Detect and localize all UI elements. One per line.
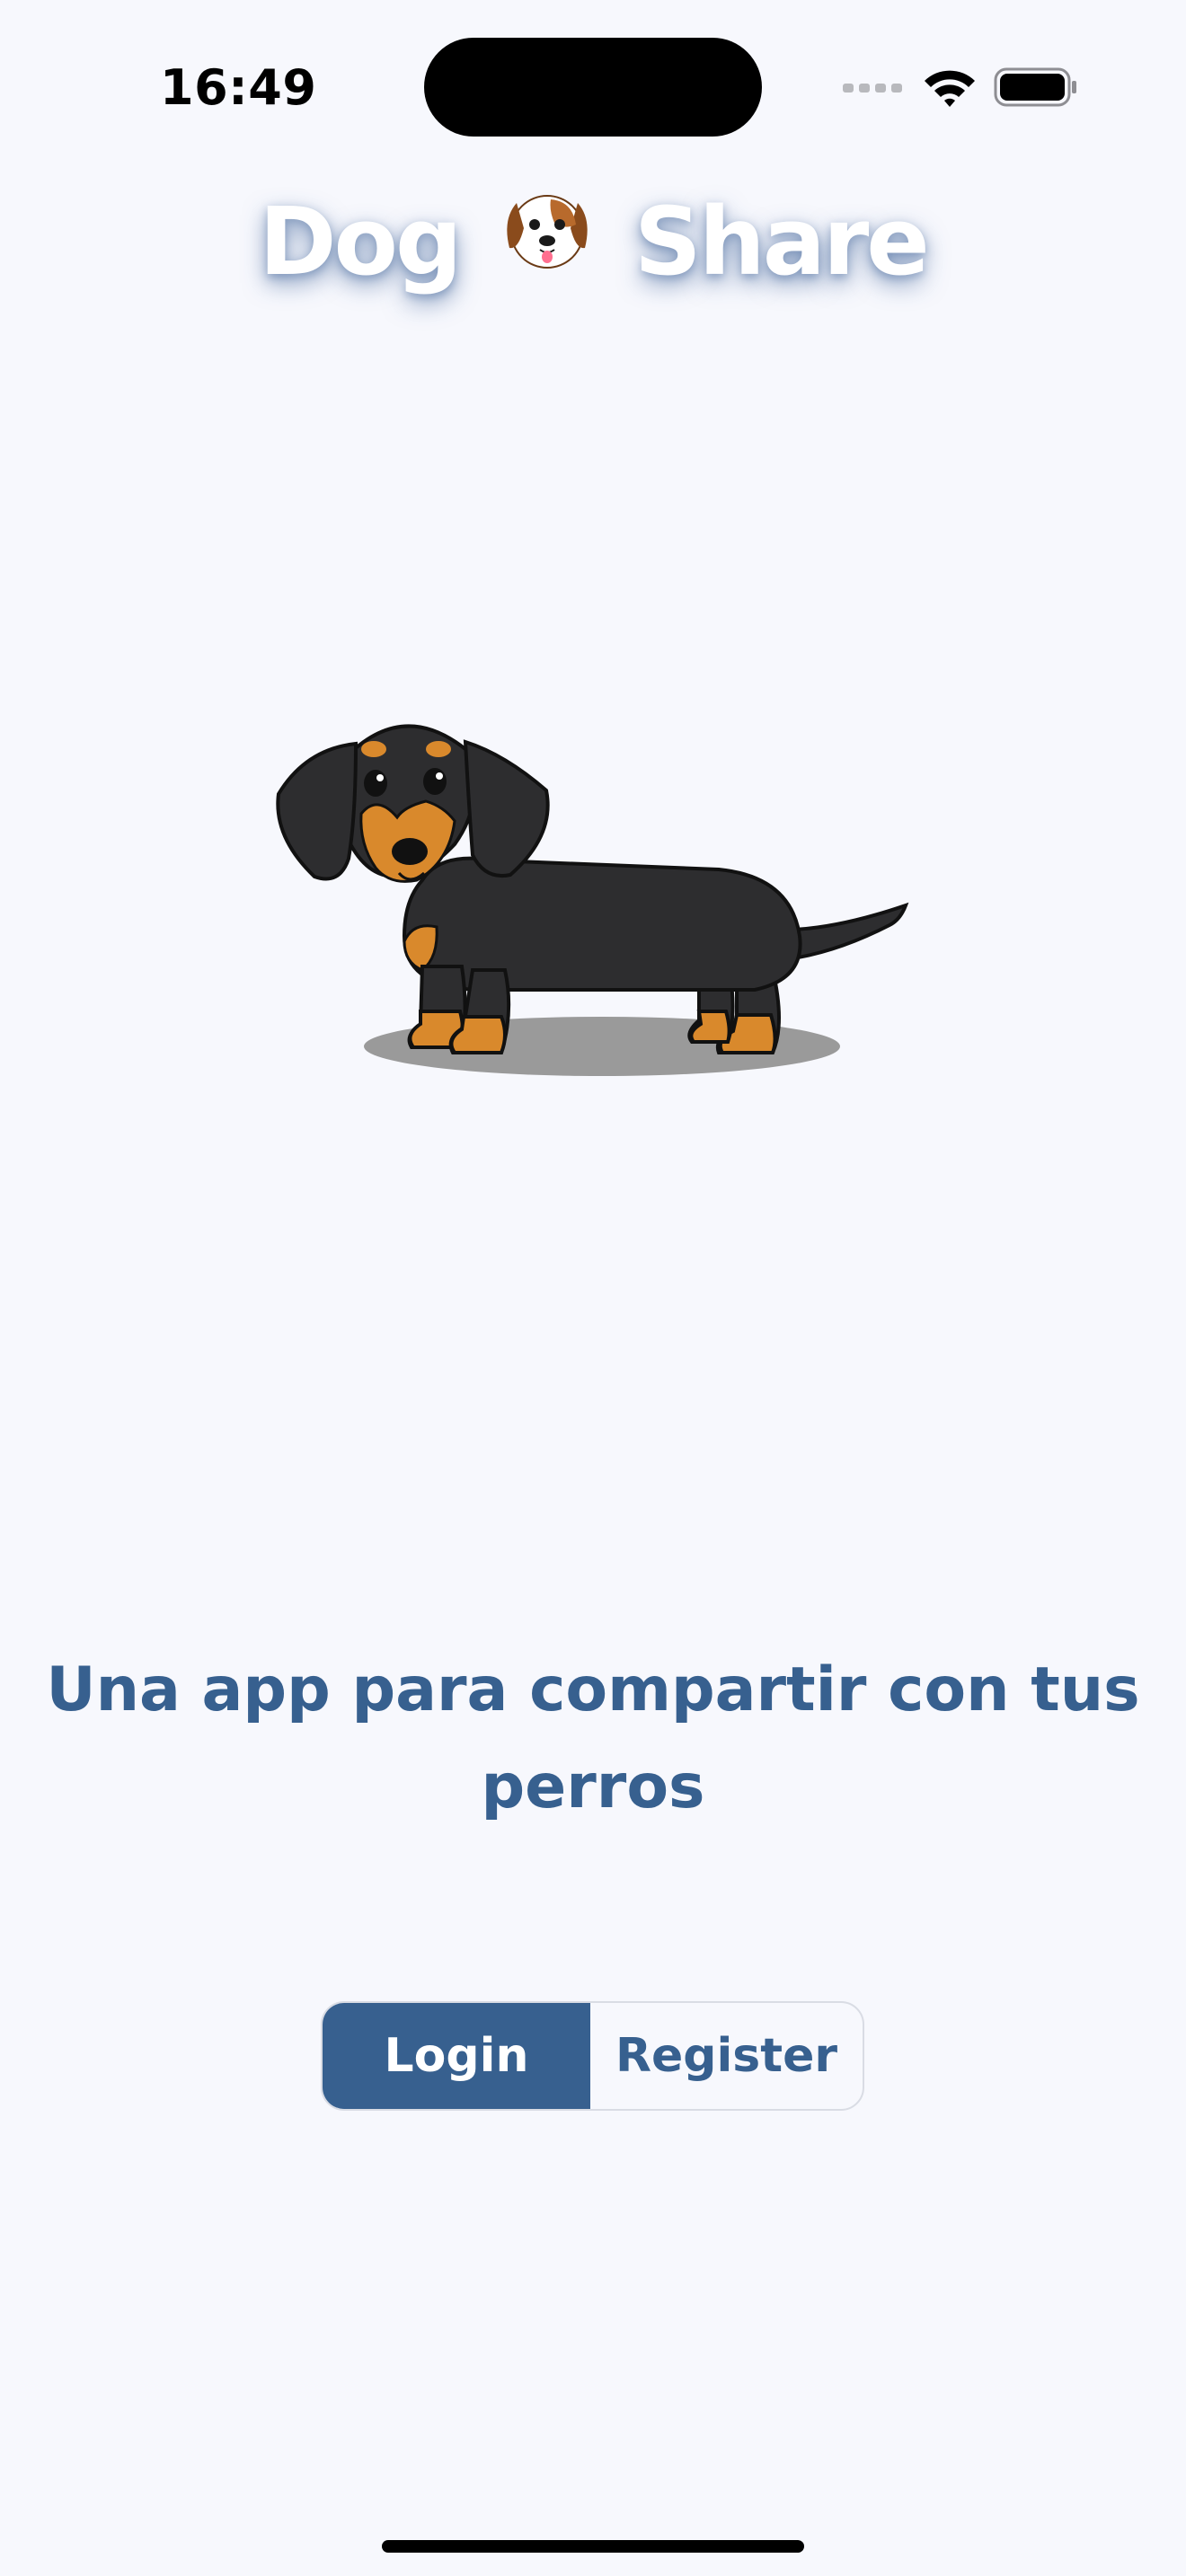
login-button[interactable]: Login (323, 2003, 590, 2109)
tagline: Una app para compartir con tus perros (46, 1654, 1140, 1822)
battery-icon (994, 67, 1076, 107)
register-button[interactable]: Register (590, 2003, 863, 2109)
dynamic-island (424, 38, 762, 137)
home-indicator[interactable] (382, 2540, 804, 2553)
app-title-right: Share (633, 187, 930, 296)
dog-face-icon (499, 183, 596, 296)
dachshund-illustration (270, 701, 916, 1087)
auth-segmented-control: Login Register (321, 2001, 864, 2111)
app-title: Dog Share (0, 187, 1186, 296)
status-time: 16:49 (160, 59, 317, 116)
status-icons (841, 66, 1078, 108)
wifi-icon (925, 70, 975, 107)
app-title-left: Dog (259, 187, 462, 296)
cellular-signal-icon (843, 84, 902, 93)
